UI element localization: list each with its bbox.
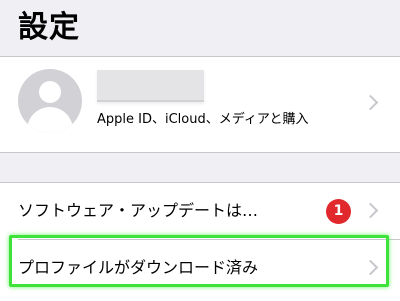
software-update-row[interactable]: ソフトウェア・アップデートは… 1 bbox=[0, 183, 400, 240]
profile-downloaded-row[interactable]: プロファイルがダウンロード済み bbox=[0, 240, 400, 296]
page-title: 設定 bbox=[18, 10, 80, 45]
apple-id-subtitle: Apple ID、iCloud、メディアと購入 bbox=[97, 112, 309, 127]
profile-downloaded-label: プロファイルがダウンロード済み bbox=[18, 258, 259, 277]
apple-id-row[interactable]: Apple ID、iCloud、メディアと購入 bbox=[0, 56, 400, 153]
name-placeholder bbox=[97, 70, 204, 102]
settings-group: ソフトウェア・アップデートは… 1 プロファイルがダウンロード済み bbox=[0, 182, 400, 301]
avatar-icon bbox=[18, 69, 82, 133]
software-update-label: ソフトウェア・アップデートは… bbox=[18, 201, 259, 220]
avatar-body bbox=[27, 107, 73, 133]
avatar-head bbox=[39, 81, 61, 103]
chevron-right-icon bbox=[362, 202, 379, 219]
notification-badge: 1 bbox=[326, 199, 351, 224]
chevron-right-icon bbox=[362, 94, 379, 111]
chevron-right-icon bbox=[362, 259, 379, 276]
